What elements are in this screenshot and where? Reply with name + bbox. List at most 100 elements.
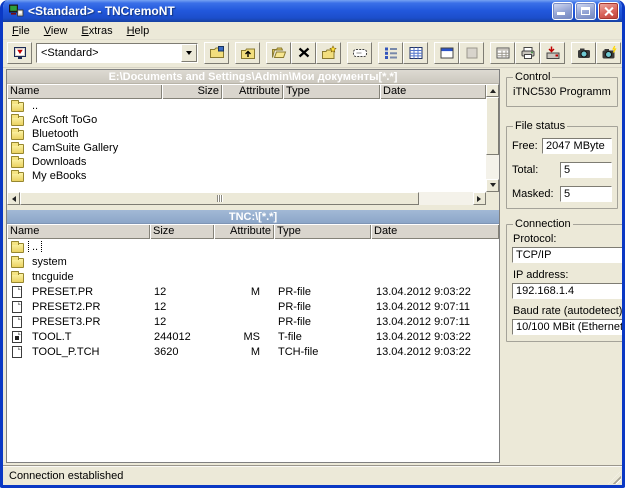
local-panel-caption: E:\Documents and Settings\Admin\Мои доку… (7, 70, 499, 84)
vertical-scroll-thumb[interactable] (486, 97, 499, 155)
masked-value-field: 5 (560, 186, 612, 202)
details-view-button[interactable] (403, 42, 428, 64)
column-header-date[interactable]: Date (380, 84, 486, 99)
connect-button[interactable] (7, 42, 32, 64)
list-view-button[interactable] (378, 42, 403, 64)
control-group-legend: Control (513, 71, 552, 83)
camera-flash-button[interactable] (596, 42, 621, 64)
protocol-label: Protocol: (513, 233, 625, 245)
column-header-attribute[interactable]: Attribute (222, 84, 283, 99)
total-label: Total: (512, 164, 560, 176)
folder-up-icon (240, 45, 256, 61)
file-row[interactable]: TOOL_P.TCH 3620 M TCH-file 13.04.2012 9:… (7, 344, 499, 359)
column-header-date[interactable]: Date (371, 224, 499, 239)
menu-item[interactable]: Extras (74, 23, 119, 39)
file-row[interactable]: system (7, 254, 499, 269)
details-view-icon (408, 45, 424, 61)
file-date: 13.04.2012 9:07:11 (371, 316, 499, 328)
file-row[interactable]: TOOL.T 244012 MS T-file 13.04.2012 9:03:… (7, 329, 499, 344)
column-header-type[interactable]: Type (274, 224, 371, 239)
file-row[interactable]: .. (7, 99, 486, 113)
file-type: T-file (274, 331, 371, 343)
tnc-panel-caption: TNC:\[*.*] (7, 210, 499, 224)
vertical-scrollbar[interactable] (486, 84, 499, 192)
file-row[interactable]: ArcSoft ToGo (7, 113, 486, 127)
folder-up-button[interactable] (235, 42, 260, 64)
file-row[interactable]: tncguide (7, 269, 499, 284)
column-header-size[interactable]: Size (162, 84, 222, 99)
resize-grip-icon[interactable] (608, 471, 621, 484)
file-icon (11, 258, 24, 268)
column-header-type[interactable]: Type (283, 84, 380, 99)
file-size: 3620 (150, 346, 214, 358)
protocol-value-field: TCP/IP (512, 247, 625, 263)
new-folder-button[interactable] (316, 42, 341, 64)
folder-icon (11, 102, 24, 112)
file-row[interactable]: PRESET3.PR 12 PR-file 13.04.2012 9:07:11 (7, 314, 499, 329)
file-type: PR-file (274, 316, 371, 328)
combo-dropdown-button[interactable] (181, 44, 197, 62)
file-name: PRESET.PR (29, 286, 96, 298)
file-attribute: M (214, 286, 274, 298)
connection-config-button[interactable] (204, 42, 229, 64)
column-header-name[interactable]: Name (7, 224, 150, 239)
preset-combobox[interactable]: <Standard> (36, 43, 198, 63)
control-group: Control iTNC530 Programm (506, 71, 618, 107)
file-row[interactable]: PRESET.PR 12 M PR-file 13.04.2012 9:03:2… (7, 284, 499, 299)
print-button[interactable] (515, 42, 540, 64)
horizontal-scrollbar[interactable] (7, 192, 486, 205)
open-folder-button[interactable] (266, 42, 291, 64)
local-rows: .. ArcSoft ToGo (7, 99, 486, 192)
file-row[interactable]: My eBooks (7, 169, 486, 183)
file-size: 244012 (150, 331, 214, 343)
minimize-button[interactable] (552, 2, 573, 20)
file-date: 13.04.2012 9:03:22 (371, 286, 499, 298)
close-button[interactable] (598, 2, 619, 20)
menu-item[interactable]: View (37, 23, 75, 39)
control-value: iTNC530 Programm (512, 85, 612, 100)
menu-item[interactable]: File (5, 23, 37, 39)
preview-pane-button[interactable] (459, 42, 484, 64)
camera-flash-icon (601, 45, 617, 61)
camera-button[interactable] (571, 42, 596, 64)
scroll-up-button[interactable] (486, 84, 499, 97)
column-header-name[interactable]: Name (7, 84, 162, 99)
file-row[interactable]: CamSuite Gallery (7, 141, 486, 155)
app-icon (8, 3, 24, 19)
baud-value-field: 10/100 MBit (Ethernet) (512, 319, 625, 335)
transfer-button[interactable] (540, 42, 565, 64)
file-name: .. (29, 241, 41, 253)
free-value-field: 2047 MByte (542, 138, 612, 154)
status-bar: Connection established (3, 465, 622, 485)
horizontal-scroll-thumb[interactable] (20, 192, 419, 205)
connection-group: Connection Protocol: TCP/IP IP address: … (506, 218, 625, 342)
binary-table-icon (495, 45, 511, 61)
horizontal-scroll-track[interactable] (20, 192, 473, 205)
triangle-up-icon (490, 86, 496, 93)
file-row[interactable]: PRESET2.PR 12 PR-file 13.04.2012 9:07:11 (7, 299, 499, 314)
file-row[interactable]: Downloads (7, 155, 486, 169)
menu-item[interactable]: Help (120, 23, 157, 39)
scroll-right-button[interactable] (473, 192, 486, 205)
file-type: PR-file (274, 286, 371, 298)
maximize-button[interactable] (575, 2, 596, 20)
file-name: Downloads (29, 156, 89, 168)
vertical-scroll-track[interactable] (486, 97, 499, 179)
split-window-button[interactable] (434, 42, 459, 64)
column-header-size[interactable]: Size (150, 224, 214, 239)
transfer-icon (545, 45, 561, 61)
file-attribute: MS (214, 331, 274, 343)
delete-button[interactable] (291, 42, 316, 64)
binary-table-button[interactable] (490, 42, 515, 64)
file-row[interactable]: Bluetooth (7, 127, 486, 141)
scroll-down-button[interactable] (486, 179, 499, 192)
file-row[interactable]: .. (7, 239, 499, 254)
window-title: <Standard> - TNCremoNT (28, 4, 550, 18)
tnc-file-list: Name Size Attribute Type Date .. (7, 224, 499, 462)
column-header-attribute[interactable]: Attribute (214, 224, 274, 239)
file-name: TOOL_P.TCH (29, 346, 102, 358)
file-name: PRESET2.PR (29, 301, 103, 313)
total-value-field: 5 (560, 162, 612, 178)
scroll-left-button[interactable] (7, 192, 20, 205)
rename-button[interactable] (347, 42, 372, 64)
